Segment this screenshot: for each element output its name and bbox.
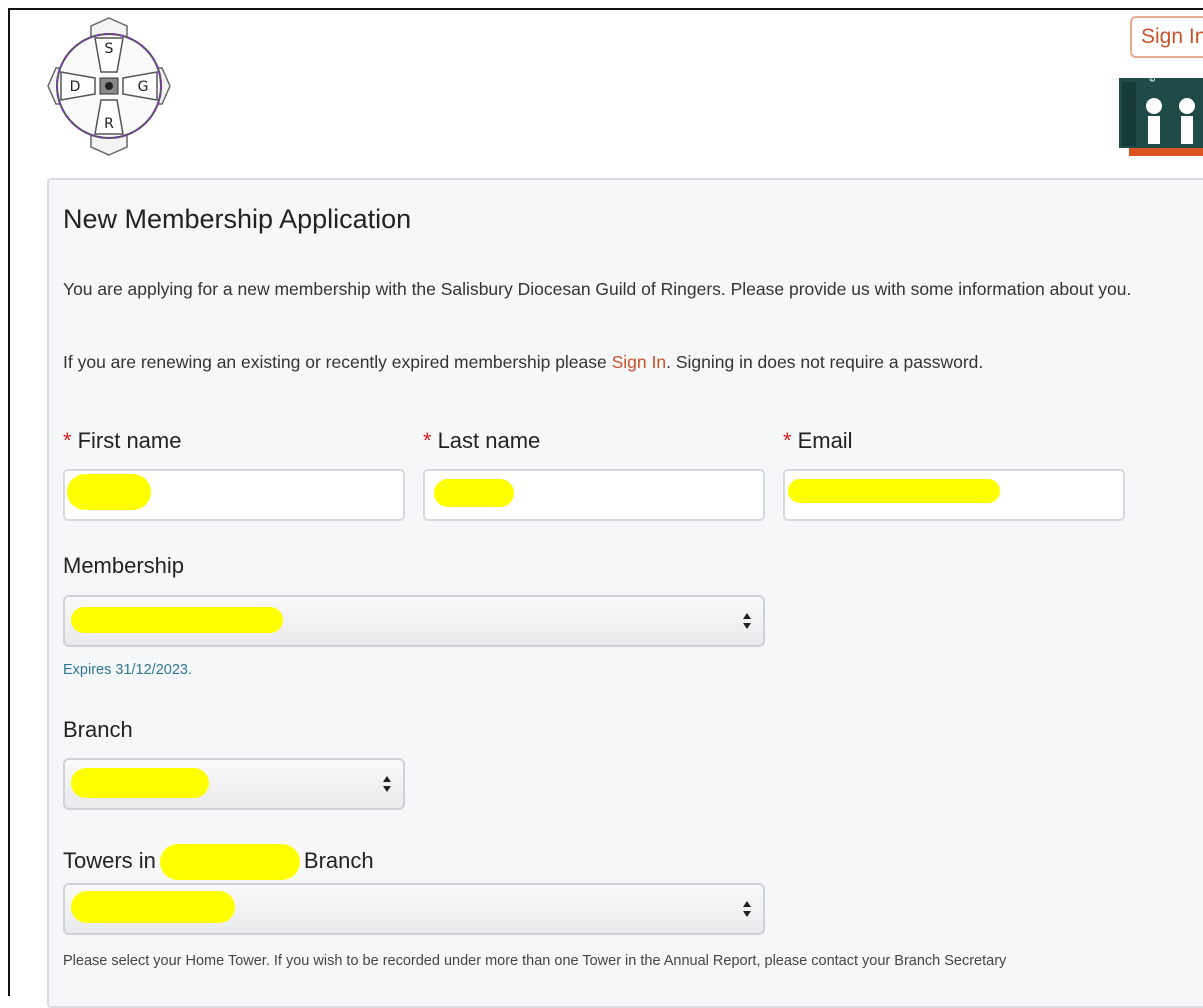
redaction-mark: [788, 479, 1000, 503]
last-name-label: * Last name: [423, 428, 540, 454]
first-name-label: * First name: [63, 428, 181, 454]
branch-select[interactable]: [63, 758, 405, 810]
renew-prefix: If you are renewing an existing or recen…: [63, 352, 612, 372]
required-marker: *: [423, 428, 432, 453]
towers-label-suffix: Branch: [303, 847, 374, 873]
sign-in-button[interactable]: Sign In: [1130, 16, 1203, 58]
first-name-input[interactable]: [63, 469, 405, 521]
towers-label: Towers in Branch: [63, 844, 374, 880]
membermojo-logo: member Mojo: [1119, 78, 1203, 156]
select-arrows-icon: [383, 776, 391, 792]
renew-sign-in-link[interactable]: Sign In: [612, 352, 666, 372]
last-name-input[interactable]: [423, 469, 765, 521]
application-panel: New Membership Application You are apply…: [47, 178, 1203, 1008]
page-title: New Membership Application: [63, 204, 412, 234]
redaction-mark: [71, 891, 235, 923]
email-label-text: Email: [797, 428, 853, 453]
last-name-label-text: Last name: [437, 428, 541, 453]
tower-select[interactable]: [63, 883, 765, 935]
redaction-mark: [71, 607, 283, 633]
guild-logo: S R D G: [47, 17, 171, 156]
logo-letter-top: S: [105, 41, 114, 57]
email-label: * Email: [783, 428, 853, 454]
logo-letter-bottom: R: [104, 116, 114, 132]
logo-letter-right: G: [138, 79, 149, 95]
renew-suffix: . Signing in does not require a password…: [666, 352, 984, 372]
required-marker: *: [783, 428, 792, 453]
email-input[interactable]: [783, 469, 1125, 521]
towers-label-prefix: Towers in: [63, 847, 156, 873]
redaction-mark: [159, 844, 300, 880]
tower-help-text: Please select your Home Tower. If you wi…: [63, 953, 1007, 969]
renew-text: If you are renewing an existing or recen…: [63, 352, 983, 373]
select-arrows-icon: [743, 901, 751, 917]
membership-expires-text: Expires 31/12/2023.: [63, 662, 192, 678]
redaction-mark: [71, 768, 209, 798]
required-marker: *: [63, 428, 72, 453]
membership-select[interactable]: [63, 595, 765, 647]
branch-label: Branch: [63, 717, 133, 742]
redaction-mark: [67, 474, 151, 510]
first-name-label-text: First name: [77, 428, 182, 453]
intro-text: You are applying for a new membership wi…: [63, 279, 1132, 299]
membership-label: Membership: [63, 553, 185, 578]
select-arrows-icon: [743, 613, 751, 629]
logo-letter-left: D: [70, 79, 81, 95]
redaction-mark: [434, 479, 514, 507]
